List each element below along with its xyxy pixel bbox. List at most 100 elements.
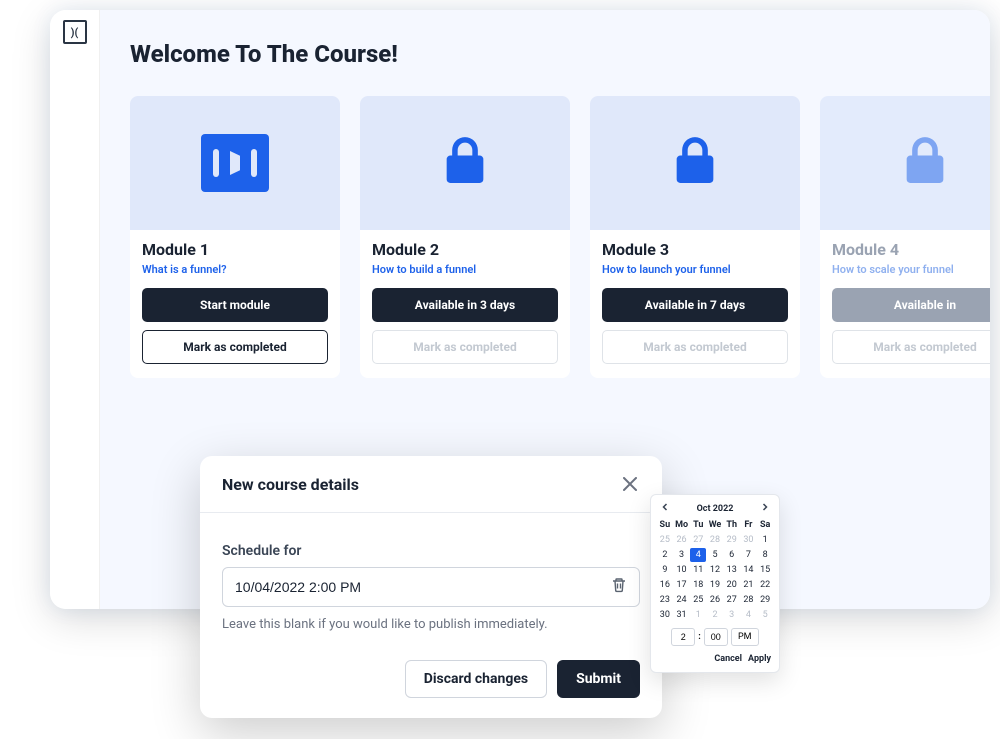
datepicker-header: Oct 2022 [657, 501, 773, 518]
trash-icon[interactable] [611, 577, 627, 597]
page-title: Welcome To The Course! [130, 40, 990, 68]
datepicker-day[interactable]: 29 [724, 533, 740, 547]
module-card: Module 3 How to launch your funnel Availab… [590, 96, 800, 378]
datepicker-day[interactable]: 19 [707, 578, 723, 592]
datepicker-day[interactable]: 16 [657, 578, 673, 592]
datepicker-day[interactable]: 31 [674, 608, 690, 622]
schedule-input-wrap[interactable] [222, 567, 640, 607]
sidebar-rail: )( [50, 10, 100, 609]
course-details-modal: New course details Schedule for Leave th… [200, 456, 662, 718]
hour-input[interactable] [671, 628, 695, 646]
datepicker-day[interactable]: 11 [690, 563, 706, 577]
datepicker-day[interactable]: 26 [707, 593, 723, 607]
submit-button[interactable]: Submit [557, 660, 640, 698]
module-title: Module 4 [832, 240, 990, 259]
datepicker-dow: We [707, 518, 723, 532]
datepicker-dow: Th [724, 518, 740, 532]
datepicker-day[interactable]: 7 [741, 548, 757, 562]
minute-input[interactable] [704, 628, 728, 646]
datepicker-day[interactable]: 26 [674, 533, 690, 547]
lock-icon [903, 135, 947, 191]
datepicker-day[interactable]: 4 [741, 608, 757, 622]
datepicker-day[interactable]: 22 [757, 578, 773, 592]
datepicker-grid: SuMoTuWeThFrSa25262728293012345678910111… [657, 518, 773, 622]
close-icon[interactable] [620, 474, 640, 494]
next-month-icon[interactable] [759, 503, 771, 514]
datepicker-dow: Sa [757, 518, 773, 532]
datepicker-dow: Tu [690, 518, 706, 532]
module-title: Module 1 [142, 240, 328, 259]
datepicker-day[interactable]: 27 [724, 593, 740, 607]
module-card: Module 4 How to scale your funnel Availabl… [820, 96, 990, 378]
datepicker-day[interactable]: 1 [690, 608, 706, 622]
module-secondary-button: Mark as completed [602, 330, 788, 364]
module-subtitle[interactable]: How to scale your funnel [832, 263, 990, 276]
datepicker-day[interactable]: 12 [707, 563, 723, 577]
datepicker-day[interactable]: 8 [757, 548, 773, 562]
module-subtitle[interactable]: How to build a funnel [372, 263, 558, 276]
datepicker-day[interactable]: 25 [690, 593, 706, 607]
datepicker-day[interactable]: 18 [690, 578, 706, 592]
module-body: Module 1 What is a funnel? Start module Mar… [130, 230, 340, 378]
datepicker-day[interactable]: 27 [690, 533, 706, 547]
schedule-input[interactable] [235, 579, 611, 595]
module-secondary-button: Mark as completed [832, 330, 990, 364]
datepicker-day[interactable]: 2 [707, 608, 723, 622]
module-secondary-button: Mark as completed [372, 330, 558, 364]
datepicker-day[interactable]: 29 [757, 593, 773, 607]
prev-month-icon[interactable] [659, 503, 671, 514]
datepicker-day[interactable]: 23 [657, 593, 673, 607]
time-colon: : [698, 632, 701, 642]
datepicker-day[interactable]: 28 [741, 593, 757, 607]
modal-body: Schedule for Leave this blank if you wou… [200, 513, 662, 646]
module-icon-area [360, 96, 570, 230]
datepicker-popover: Oct 2022 SuMoTuWeThFrSa25262728293012345… [650, 494, 780, 673]
module-primary-button[interactable]: Available in 3 days [372, 288, 558, 322]
datepicker-dow: Su [657, 518, 673, 532]
datepicker-day[interactable]: 6 [724, 548, 740, 562]
datepicker-day[interactable]: 30 [657, 608, 673, 622]
datepicker-day[interactable]: 5 [707, 548, 723, 562]
datepicker-day[interactable]: 24 [674, 593, 690, 607]
datepicker-day[interactable]: 2 [657, 548, 673, 562]
datepicker-day[interactable]: 4 [690, 548, 706, 562]
datepicker-apply-button[interactable]: Apply [748, 654, 771, 664]
datepicker-day[interactable]: 5 [757, 608, 773, 622]
datepicker-day[interactable]: 9 [657, 563, 673, 577]
module-primary-button[interactable]: Available in 7 days [602, 288, 788, 322]
datepicker-day[interactable]: 28 [707, 533, 723, 547]
datepicker-day[interactable]: 21 [741, 578, 757, 592]
datepicker-time-row: : PM [657, 628, 773, 646]
module-subtitle[interactable]: How to launch your funnel [602, 263, 788, 276]
module-subtitle[interactable]: What is a funnel? [142, 263, 328, 276]
schedule-helper-text: Leave this blank if you would like to pu… [222, 617, 640, 632]
datepicker-day[interactable]: 17 [674, 578, 690, 592]
module-secondary-button[interactable]: Mark as completed [142, 330, 328, 364]
datepicker-day[interactable]: 25 [657, 533, 673, 547]
datepicker-day[interactable]: 13 [724, 563, 740, 577]
datepicker-day[interactable]: 3 [724, 608, 740, 622]
module-icon-area [130, 96, 340, 230]
ampm-toggle[interactable]: PM [731, 628, 759, 646]
module-card: Module 1 What is a funnel? Start module Mar… [130, 96, 340, 378]
datepicker-dow: Fr [741, 518, 757, 532]
module-title: Module 3 [602, 240, 788, 259]
datepicker-day[interactable]: 20 [724, 578, 740, 592]
datepicker-cancel-button[interactable]: Cancel [714, 654, 742, 664]
datepicker-day[interactable]: 15 [757, 563, 773, 577]
datepicker-day[interactable]: 14 [741, 563, 757, 577]
module-icon-area [820, 96, 990, 230]
module-title: Module 2 [372, 240, 558, 259]
discard-button[interactable]: Discard changes [405, 660, 547, 698]
module-icon-area [590, 96, 800, 230]
datepicker-day[interactable]: 3 [674, 548, 690, 562]
module-primary-button[interactable]: Start module [142, 288, 328, 322]
datepicker-day[interactable]: 10 [674, 563, 690, 577]
datepicker-day[interactable]: 1 [757, 533, 773, 547]
lock-icon [673, 135, 717, 191]
schedule-field-label: Schedule for [222, 543, 640, 559]
module-primary-button: Available in [832, 288, 990, 322]
module-card: Module 2 How to build a funnel Available i… [360, 96, 570, 378]
datepicker-day[interactable]: 30 [741, 533, 757, 547]
app-logo[interactable]: )( [63, 20, 87, 44]
